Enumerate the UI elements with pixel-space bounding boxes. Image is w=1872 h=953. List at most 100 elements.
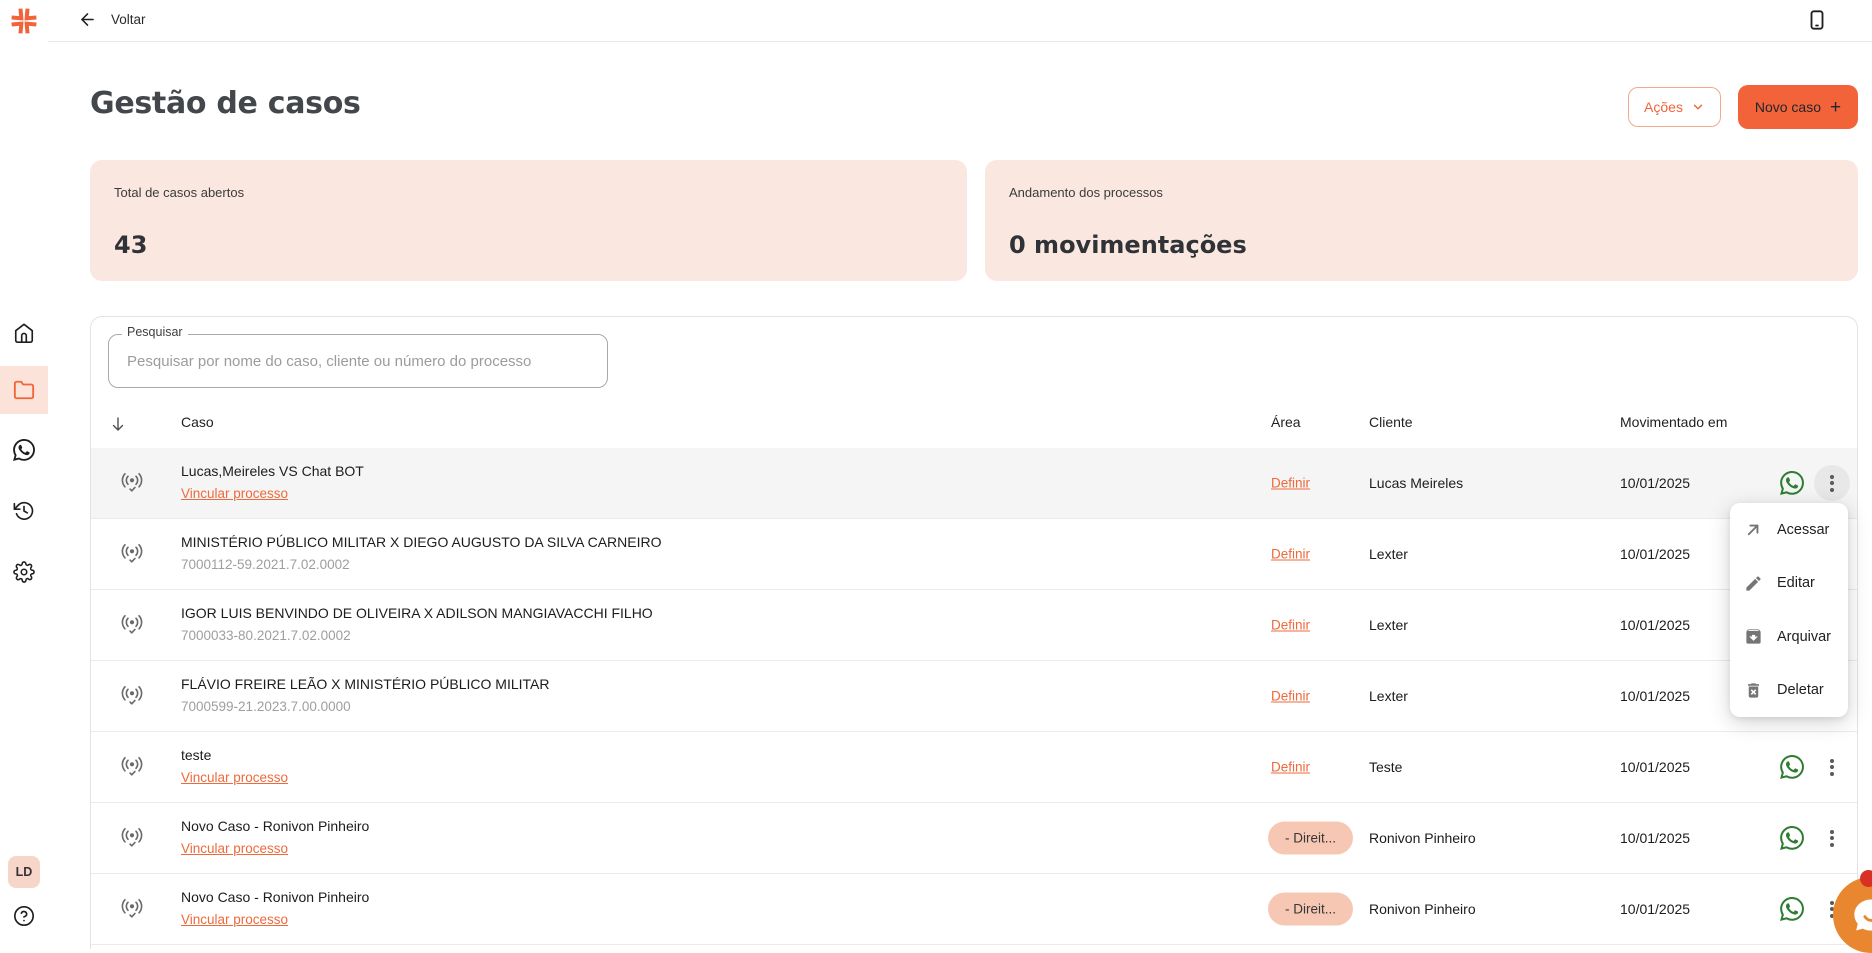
case-signal-icon — [119, 683, 145, 709]
case-cell: Lucas,Meireles VS Chat BOT Vincular proc… — [181, 461, 364, 503]
sidebar-item-settings[interactable] — [0, 548, 48, 596]
table-row[interactable]: FLÁVIO FREIRE LEÃO X MINISTÉRIO PÚBLICO … — [91, 661, 1857, 732]
archive-icon — [1744, 627, 1763, 646]
column-header-area[interactable]: Área — [1271, 414, 1301, 430]
whatsapp-button[interactable] — [1778, 753, 1806, 781]
case-title: teste — [181, 745, 288, 765]
definir-link[interactable]: Definir — [1271, 476, 1310, 491]
moved-date: 10/01/2025 — [1620, 901, 1690, 917]
client-name: Ronivon Pinheiro — [1369, 901, 1476, 917]
vincular-processo-link[interactable]: Vincular processo — [181, 911, 288, 929]
trash-icon — [1744, 681, 1763, 700]
moved-date: 10/01/2025 — [1620, 546, 1690, 562]
back-label: Voltar — [111, 12, 146, 27]
definir-link[interactable]: Definir — [1271, 689, 1310, 704]
case-title: IGOR LUIS BENVINDO DE OLIVEIRA X ADILSON… — [181, 603, 653, 623]
stat-card-process-progress: Andamento dos processos 0 movimentações — [985, 160, 1858, 281]
smartphone-icon[interactable] — [1806, 9, 1828, 31]
area-badge: - Direit... — [1268, 822, 1353, 855]
table-header: Caso Área Cliente Movimentado em — [91, 401, 1857, 448]
column-header-cliente[interactable]: Cliente — [1369, 414, 1413, 430]
menu-item-arquivar[interactable]: Arquivar — [1730, 610, 1848, 664]
arrow-left-icon — [78, 10, 97, 29]
client-name: Teste — [1369, 759, 1402, 775]
folder-icon — [13, 379, 35, 401]
process-number: 7000599-21.2023.7.00.0000 — [181, 698, 351, 716]
row-context-menu: Acessar Editar Arquivar Deletar — [1730, 503, 1848, 717]
case-cell: Novo Caso - Ronivon Pinheiro Vincular pr… — [181, 887, 369, 929]
stat-label: Total de casos abertos — [114, 185, 244, 200]
whatsapp-button[interactable] — [1778, 824, 1806, 852]
table-row[interactable]: IGOR LUIS BENVINDO DE OLIVEIRA X ADILSON… — [91, 590, 1857, 661]
actions-button[interactable]: Ações — [1628, 87, 1721, 127]
process-number: 7000033-80.2021.7.02.0002 — [181, 627, 351, 645]
topbar: Voltar — [48, 0, 1872, 42]
open-arrow-icon — [1744, 520, 1763, 539]
sidebar-item-home[interactable] — [0, 309, 48, 357]
case-signal-icon — [119, 470, 145, 496]
table-row[interactable]: teste Vincular processo Definir Teste 10… — [91, 732, 1857, 803]
row-menu-button[interactable] — [1814, 749, 1850, 785]
search-field-label: Pesquisar — [122, 325, 188, 339]
chevron-down-icon — [1691, 100, 1705, 114]
sidebar-item-history[interactable] — [0, 487, 48, 535]
vincular-processo-link[interactable]: Vincular processo — [181, 485, 288, 503]
definir-link[interactable]: Definir — [1271, 618, 1310, 633]
gear-icon — [13, 561, 35, 583]
case-signal-icon — [119, 612, 145, 638]
menu-item-editar[interactable]: Editar — [1730, 557, 1848, 611]
case-cell: Novo Caso - Ronivon Pinheiro Vincular pr… — [181, 816, 369, 858]
case-title: Novo Caso - Ronivon Pinheiro — [181, 816, 369, 836]
moved-date: 10/01/2025 — [1620, 475, 1690, 491]
case-signal-icon — [119, 541, 145, 567]
case-signal-icon — [119, 896, 145, 922]
chat-bubble-icon — [1851, 895, 1872, 935]
back-button[interactable]: Voltar — [78, 10, 146, 29]
case-cell: FLÁVIO FREIRE LEÃO X MINISTÉRIO PÚBLICO … — [181, 674, 549, 716]
stat-label: Andamento dos processos — [1009, 185, 1163, 200]
client-name: Lucas Meireles — [1369, 475, 1463, 491]
moved-date: 10/01/2025 — [1620, 830, 1690, 846]
moved-date: 10/01/2025 — [1620, 617, 1690, 633]
case-title: Lucas,Meireles VS Chat BOT — [181, 461, 364, 481]
column-header-caso[interactable]: Caso — [181, 414, 214, 430]
table-row[interactable]: Novo Caso - Ronivon Pinheiro Vincular pr… — [91, 874, 1857, 945]
row-menu-button[interactable] — [1814, 465, 1850, 501]
sidebar-item-cases[interactable] — [0, 366, 48, 414]
case-cell: MINISTÉRIO PÚBLICO MILITAR X DIEGO AUGUS… — [181, 532, 662, 574]
menu-item-label: Arquivar — [1777, 629, 1831, 645]
case-signal-icon — [119, 825, 145, 851]
plus-icon: + — [1830, 98, 1841, 117]
app-logo-icon[interactable] — [9, 6, 39, 36]
home-icon — [13, 322, 35, 344]
sidebar: LD — [0, 0, 48, 949]
history-icon — [13, 500, 35, 522]
row-menu-button[interactable] — [1814, 820, 1850, 856]
case-cell: IGOR LUIS BENVINDO DE OLIVEIRA X ADILSON… — [181, 603, 653, 645]
stat-card-open-cases: Total de casos abertos 43 — [90, 160, 967, 281]
menu-item-acessar[interactable]: Acessar — [1730, 503, 1848, 557]
definir-link[interactable]: Definir — [1271, 760, 1310, 775]
table-row[interactable]: Lucas,Meireles VS Chat BOT Vincular proc… — [91, 448, 1857, 519]
cases-table-card: Pesquisar Caso Área Cliente Movimentado … — [90, 316, 1858, 949]
vincular-processo-link[interactable]: Vincular processo — [181, 840, 288, 858]
table-row[interactable]: MINISTÉRIO PÚBLICO MILITAR X DIEGO AUGUS… — [91, 519, 1857, 590]
whatsapp-button[interactable] — [1778, 469, 1806, 497]
column-header-movimentado[interactable]: Movimentado em — [1620, 414, 1727, 430]
sort-arrow-down-icon[interactable] — [109, 415, 127, 433]
whatsapp-icon — [13, 439, 35, 461]
vincular-processo-link[interactable]: Vincular processo — [181, 769, 288, 787]
whatsapp-button[interactable] — [1778, 895, 1806, 923]
table-row[interactable]: Novo Caso - Ronivon Pinheiro Vincular pr… — [91, 803, 1857, 874]
new-case-button[interactable]: Novo caso + — [1738, 85, 1858, 129]
sidebar-item-whatsapp[interactable] — [0, 426, 48, 474]
search-input[interactable] — [108, 334, 608, 388]
stat-value: 0 movimentações — [1009, 231, 1247, 259]
process-number: 7000112-59.2021.7.02.0002 — [181, 556, 350, 574]
pencil-icon — [1744, 574, 1763, 593]
moved-date: 10/01/2025 — [1620, 688, 1690, 704]
menu-item-deletar[interactable]: Deletar — [1730, 664, 1848, 718]
user-avatar[interactable]: LD — [8, 856, 40, 888]
definir-link[interactable]: Definir — [1271, 547, 1310, 562]
help-icon[interactable] — [13, 905, 35, 927]
